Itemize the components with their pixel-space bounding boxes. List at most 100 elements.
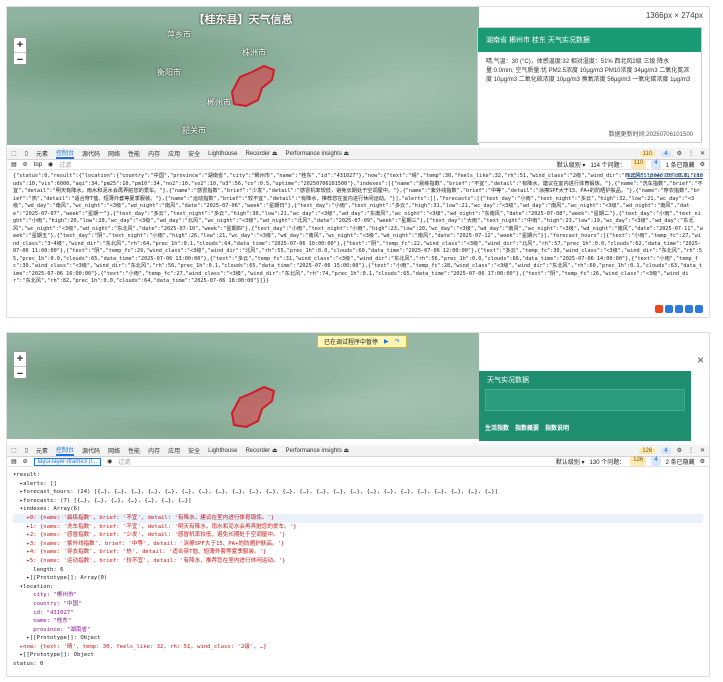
tab-lighthouse[interactable]: Lighthouse <box>208 151 237 157</box>
console-tree-line[interactable]: status: 0 <box>13 660 703 669</box>
console-tree-line[interactable]: ▸now: {text: '晴', temp: 30, feels_like: … <box>13 643 703 652</box>
map-view[interactable]: + − <box>7 333 479 439</box>
gear-icon[interactable]: ⚙ <box>677 150 682 157</box>
county-boundary-highlight[interactable] <box>222 62 282 112</box>
console-tree-line[interactable]: city: "郴州市" <box>13 591 703 600</box>
ime-logo-icon[interactable] <box>655 305 663 313</box>
issues-warning-badge[interactable]: 110 <box>630 160 647 169</box>
console-json-log[interactable]: {"status":0,"result":{"location":{"count… <box>13 173 703 286</box>
resume-icon[interactable]: ▶ <box>384 338 389 345</box>
console-tree-line[interactable]: province: "湖南省" <box>13 626 703 635</box>
issues-warning-badge[interactable]: 126 <box>630 457 647 466</box>
tab-security[interactable]: 安全 <box>188 446 200 455</box>
console-tree-line[interactable]: ▸alerts: [] <box>13 480 703 489</box>
console-tree-line[interactable]: id: "431027" <box>13 609 703 618</box>
filter-input[interactable]: 过滤 <box>59 160 71 169</box>
context-selector[interactable]: top <box>34 162 42 168</box>
ime-toolbar[interactable] <box>655 305 703 313</box>
console-tree-line[interactable]: length: 6 <box>13 566 703 575</box>
zoom-out-button[interactable]: − <box>14 52 26 66</box>
tab-performance-insights[interactable]: Performance insights ⏏ <box>285 150 349 157</box>
console-tree-line[interactable]: ▸5: {name: '运动指数', brief: '较不宜', detail:… <box>13 557 703 566</box>
more-options-icon[interactable]: ⋮ <box>688 447 694 454</box>
clear-console-icon[interactable]: ⊘ <box>23 161 28 168</box>
zoom-out-button[interactable]: − <box>14 366 26 380</box>
tab-network[interactable]: 网络 <box>108 446 120 455</box>
console-tree-line[interactable]: ▸1: {name: '洗车指数', brief: '不宜', detail: … <box>13 523 703 532</box>
tab-performance-insights[interactable]: Performance insights ⏏ <box>285 447 349 454</box>
console-tree-line[interactable]: ▸0: {name: '晨练指数', brief: '不宜', detail: … <box>13 513 703 523</box>
console-tree-line[interactable]: ▸forecast_hours: (24) [{…}, {…}, {…}, {…… <box>13 488 703 497</box>
map-view[interactable]: 【桂东县】天气信息 + − 萍乡市 株洲市 衡阳市 郴州市 韶关市 <box>7 7 479 145</box>
tab-sources[interactable]: 源代码 <box>82 446 100 455</box>
inspect-icon[interactable]: ⬚ <box>11 447 17 454</box>
tab-performance[interactable]: 性能 <box>128 446 140 455</box>
inspect-icon[interactable]: ⬚ <box>11 150 17 157</box>
device-toggle-icon[interactable]: ▯ <box>25 447 28 454</box>
tab-application[interactable]: 应用 <box>168 149 180 158</box>
console-tree-line[interactable]: ▸[[Prototype]]: Object <box>13 651 703 660</box>
device-toggle-icon[interactable]: ▯ <box>25 150 28 157</box>
close-icon[interactable]: ✕ <box>700 150 705 157</box>
info-count-badge[interactable]: 4 <box>661 447 671 454</box>
console-tree-line[interactable]: country: "中国" <box>13 600 703 609</box>
log-levels-dropdown[interactable]: 默认级别 ▾ <box>556 457 585 466</box>
tab-index-summary[interactable]: 指数概要 <box>515 423 539 432</box>
tab-memory[interactable]: 内存 <box>148 149 160 158</box>
tab-index-description[interactable]: 指数说明 <box>545 423 569 432</box>
issues-label[interactable]: 130 个问题： <box>590 457 626 466</box>
ime-mode-icon[interactable] <box>665 305 673 313</box>
console-tree-line[interactable]: ▸[[Prototype]]: Object <box>13 634 703 643</box>
more-options-icon[interactable]: ⋮ <box>688 150 694 157</box>
tab-recorder[interactable]: Recorder ⏏ <box>245 447 277 454</box>
county-boundary-highlight[interactable] <box>222 383 282 433</box>
tab-elements[interactable]: 元素 <box>36 149 48 158</box>
info-count-badge[interactable]: 4 <box>661 150 671 157</box>
console-tree-line[interactable]: ▾location: <box>13 583 703 592</box>
tab-sources[interactable]: 源代码 <box>82 149 100 158</box>
tab-performance[interactable]: 性能 <box>128 149 140 158</box>
filter-input[interactable]: 过滤 <box>118 457 130 466</box>
tab-console[interactable]: 控制台 <box>56 148 75 159</box>
close-icon[interactable]: × <box>697 353 704 367</box>
tab-application[interactable]: 应用 <box>168 446 180 455</box>
console-tree-line[interactable]: ▸2: {name: '感冒指数', brief: '少发', detail: … <box>13 531 703 540</box>
tab-life-index[interactable]: 生活指数 <box>485 423 509 432</box>
zoom-in-button[interactable]: + <box>14 352 26 366</box>
console-tree-line[interactable]: ▸4: {name: '穿衣指数', brief: '热', detail: '… <box>13 548 703 557</box>
console-tree-line[interactable]: ▸3: {name: '紫外线指数', brief: '中等', detail:… <box>13 540 703 549</box>
sidebar-toggle-icon[interactable]: ▤ <box>11 161 17 168</box>
console-tree-line[interactable]: ▸[[Prototype]]: Array(0) <box>13 574 703 583</box>
warning-count-badge[interactable]: 126 <box>639 447 656 454</box>
tab-elements[interactable]: 元素 <box>36 446 48 455</box>
sidebar-toggle-icon[interactable]: ▤ <box>11 458 17 465</box>
ime-mic-icon[interactable] <box>685 305 693 313</box>
console-tree-line[interactable]: ▾indexes: Array(6) <box>13 505 703 514</box>
tab-security[interactable]: 安全 <box>188 149 200 158</box>
issues-info-badge[interactable]: 4 <box>651 457 661 466</box>
eye-icon[interactable]: ◉ <box>48 161 53 168</box>
console-tree-line[interactable]: ▾result: <box>13 471 703 480</box>
tab-lighthouse[interactable]: Lighthouse <box>208 448 237 454</box>
source-link[interactable]: 1234851894698598531:188 <box>627 173 703 181</box>
tab-recorder[interactable]: Recorder ⏏ <box>245 150 277 157</box>
console-settings-icon[interactable]: ⚙ <box>700 457 705 466</box>
console-tree-line[interactable]: name: "桂东" <box>13 617 703 626</box>
zoom-in-button[interactable]: + <box>14 38 26 52</box>
warning-count-badge[interactable]: 110 <box>639 150 656 157</box>
eye-icon[interactable]: ◉ <box>107 458 112 465</box>
clear-console-icon[interactable]: ⊘ <box>23 458 28 465</box>
gear-icon[interactable]: ⚙ <box>677 447 682 454</box>
close-icon[interactable]: ✕ <box>700 447 705 454</box>
step-over-icon[interactable]: ↷ <box>395 338 400 345</box>
issues-label[interactable]: 114 个问题： <box>590 160 625 169</box>
tab-network[interactable]: 网络 <box>108 149 120 158</box>
ime-punct-icon[interactable] <box>675 305 683 313</box>
ime-grid-icon[interactable] <box>695 305 703 313</box>
console-tree-line[interactable]: ▸forecasts: (7) [{…}, {…}, {…}, {…}, {…}… <box>13 497 703 506</box>
tab-memory[interactable]: 内存 <box>148 446 160 455</box>
console-settings-icon[interactable]: ⚙ <box>700 160 705 169</box>
issues-info-badge[interactable]: 4 <box>651 160 661 169</box>
tab-console[interactable]: 控制台 <box>56 445 75 456</box>
context-selector[interactable]: layui-layer-iframe3 (l... <box>33 457 102 466</box>
